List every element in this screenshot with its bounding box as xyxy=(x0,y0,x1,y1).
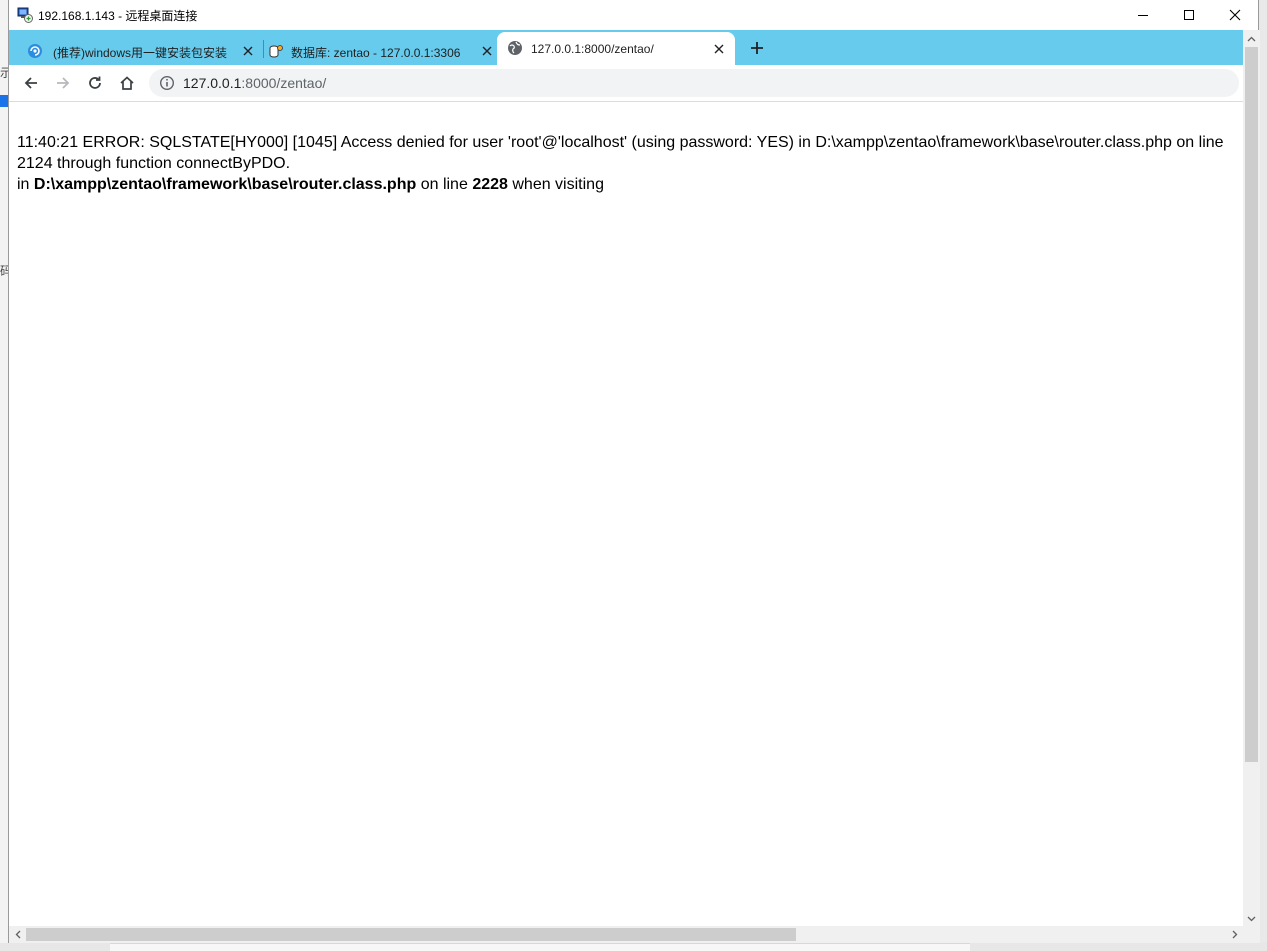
desktop-right-edge xyxy=(1259,0,1267,951)
back-button[interactable] xyxy=(19,71,43,95)
zentao-swirl-icon xyxy=(28,44,42,58)
database-icon xyxy=(269,45,283,58)
tab-database[interactable]: 数据库: zentao - 127.0.0.1:3306 xyxy=(265,37,497,65)
chevron-left-icon xyxy=(15,930,20,939)
desktop-glyph-2: 码 xyxy=(0,264,8,278)
in-label: in xyxy=(17,176,30,193)
tab-title: 数据库: zentao - 127.0.0.1:3306 xyxy=(291,46,461,60)
desktop-glyph: 示 xyxy=(0,66,8,80)
forward-button[interactable] xyxy=(51,71,75,95)
plus-icon xyxy=(751,42,763,54)
chevron-up-icon xyxy=(1247,36,1256,41)
remote-desktop-icon xyxy=(17,7,33,23)
tab-close-button[interactable] xyxy=(479,43,495,59)
reload-icon xyxy=(89,76,101,89)
browser-toolbar: 127.0.0.1:8000/zentao/ xyxy=(9,65,1243,102)
page-content: 11:40:21 ERROR: SQLSTATE[HY000] [1045] A… xyxy=(9,102,1243,927)
chevron-down-icon xyxy=(1247,916,1256,921)
arrow-left-icon xyxy=(24,77,37,89)
globe-icon xyxy=(508,41,522,55)
scrollbar-corner xyxy=(1243,926,1260,943)
desktop-left-edge: 示 码 xyxy=(0,0,8,951)
close-icon xyxy=(714,44,724,54)
url-path: :8000/zentao/ xyxy=(241,75,327,91)
error-message: 11:40:21 ERROR: SQLSTATE[HY000] [1045] A… xyxy=(17,132,1224,195)
title-bar[interactable]: 192.168.1.143 - 远程桌面连接 xyxy=(9,0,1258,30)
horizontal-scroll-thumb[interactable] xyxy=(26,928,796,941)
close-icon xyxy=(1229,9,1241,21)
scroll-down-button[interactable] xyxy=(1243,910,1260,927)
maximize-button[interactable] xyxy=(1166,0,1212,30)
close-icon xyxy=(482,46,492,56)
address-bar[interactable]: 127.0.0.1:8000/zentao/ xyxy=(149,69,1239,97)
home-button[interactable] xyxy=(115,71,139,95)
tab-title: 127.0.0.1:8000/zentao/ xyxy=(531,42,654,56)
vertical-scroll-thumb[interactable] xyxy=(1245,47,1258,762)
error-location: in D:\xampp\zentao\framework\base\router… xyxy=(17,174,1224,195)
tab-zentao-active[interactable]: 127.0.0.1:8000/zentao/ xyxy=(497,32,735,65)
tab-close-button[interactable] xyxy=(240,43,256,59)
tab-separator xyxy=(263,40,264,58)
scroll-left-button[interactable] xyxy=(9,926,26,943)
tab-close-button[interactable] xyxy=(711,41,727,57)
close-window-button[interactable] xyxy=(1212,0,1258,30)
error-line-1: 11:40:21 ERROR: SQLSTATE[HY000] [1045] A… xyxy=(17,134,1224,151)
error-file: D:\xampp\zentao\framework\base\router.cl… xyxy=(33,176,417,193)
vertical-scrollbar[interactable] xyxy=(1243,30,1260,927)
reload-button[interactable] xyxy=(83,71,107,95)
error-line-number: 2228 xyxy=(472,176,508,193)
chevron-right-icon xyxy=(1232,930,1237,939)
on-line-label: on line xyxy=(420,176,468,193)
desktop-highlight xyxy=(0,95,8,107)
desktop-bottom-strip xyxy=(110,943,970,951)
close-icon xyxy=(243,46,253,56)
remote-desktop-window: 192.168.1.143 - 远程桌面连接 (推荐)windows用一键安装包… xyxy=(8,0,1260,943)
url-text: 127.0.0.1:8000/zentao/ xyxy=(183,75,326,91)
scroll-up-button[interactable] xyxy=(1243,30,1260,47)
info-icon[interactable] xyxy=(159,75,175,91)
window-title: 192.168.1.143 - 远程桌面连接 xyxy=(38,9,198,23)
when-visiting-label: when visiting xyxy=(512,176,604,193)
tab-zentao-install[interactable]: (推荐)windows用一键安装包安装 xyxy=(19,37,259,65)
arrow-right-icon xyxy=(57,77,70,89)
new-tab-button[interactable] xyxy=(745,36,769,60)
desktop-bottom-edge xyxy=(0,943,1267,951)
minimize-icon xyxy=(1138,15,1148,16)
home-icon xyxy=(120,76,134,90)
tab-title: (推荐)windows用一键安装包安装 xyxy=(53,46,228,60)
error-line-2: 2124 through function connectByPDO. xyxy=(17,155,291,172)
scroll-right-button[interactable] xyxy=(1226,926,1243,943)
horizontal-scrollbar[interactable] xyxy=(9,926,1243,943)
url-host: 127.0.0.1 xyxy=(183,75,242,91)
minimize-button[interactable] xyxy=(1120,0,1166,30)
maximize-icon xyxy=(1184,10,1194,20)
